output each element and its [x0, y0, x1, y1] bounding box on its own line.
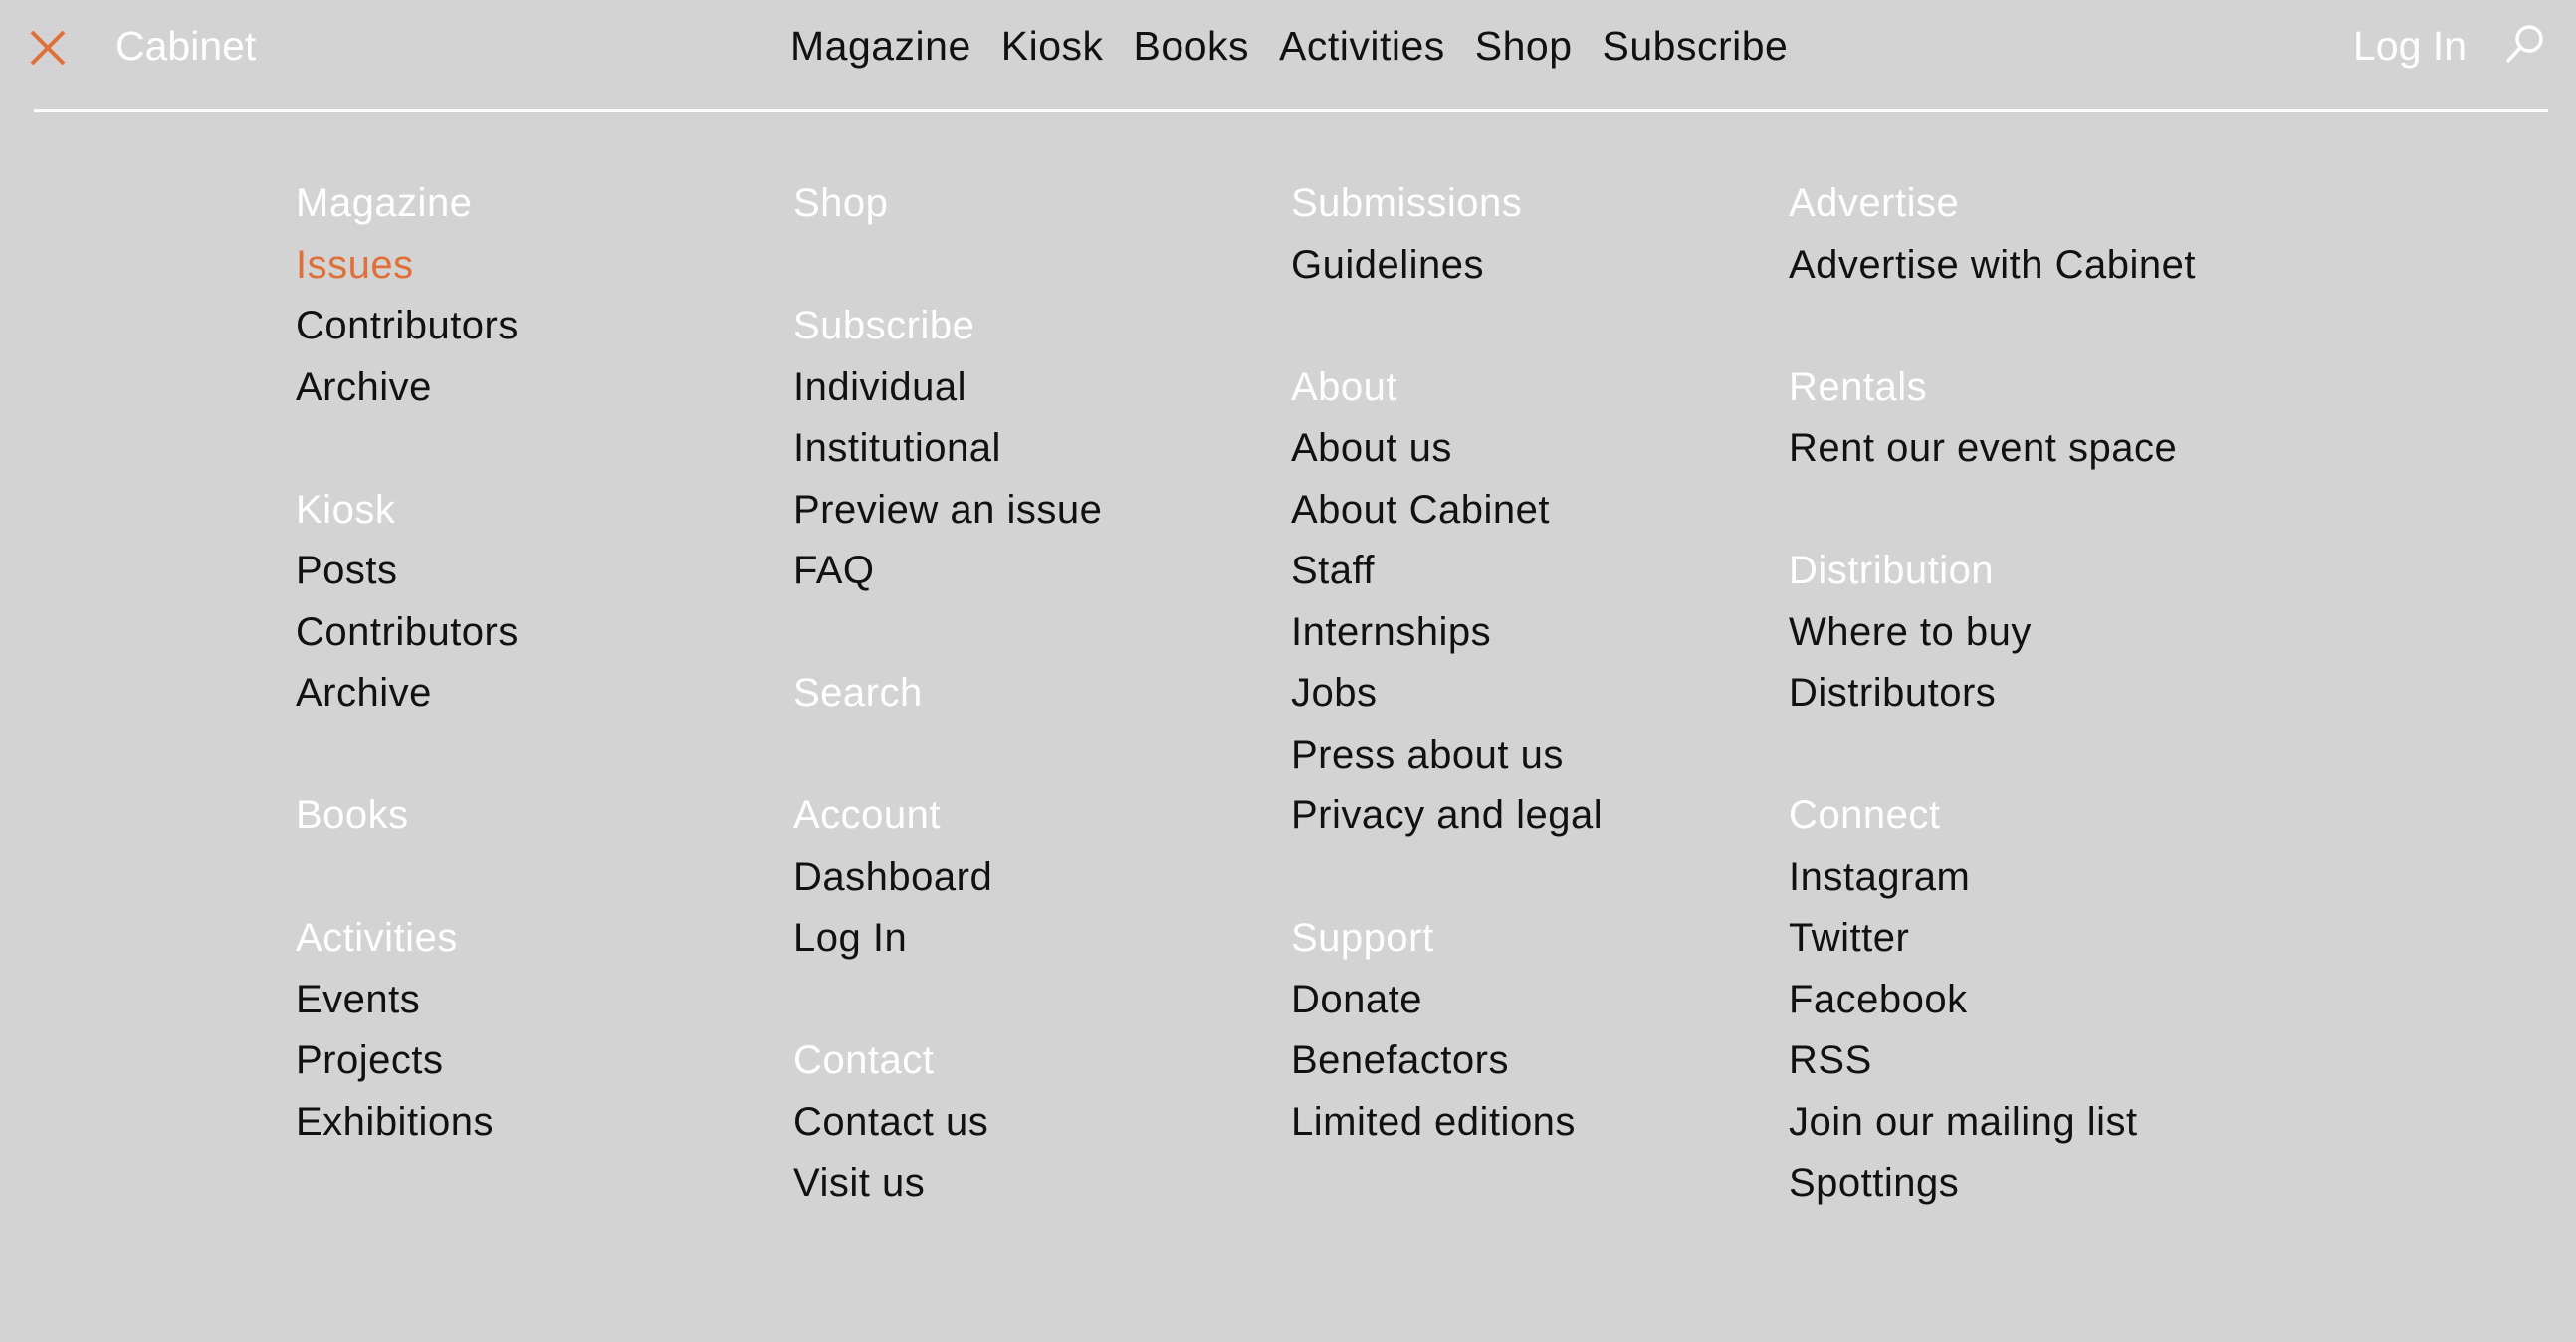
menu-link-support-limited-editions[interactable]: Limited editions	[1291, 1096, 1576, 1148]
menu-heading-contact[interactable]: Contact	[793, 1034, 934, 1086]
menu-link-connect-spottings[interactable]: Spottings	[1789, 1157, 1959, 1209]
menu-link-kiosk-archive[interactable]: Archive	[296, 667, 432, 719]
menu-link-subscribe-preview-an-issue[interactable]: Preview an issue	[793, 484, 1102, 536]
menu-heading-shop[interactable]: Shop	[793, 177, 888, 229]
menu-link-activities-projects[interactable]: Projects	[296, 1034, 444, 1086]
menu-heading-activities[interactable]: Activities	[296, 912, 458, 964]
menu-link-distribution-where-to-buy[interactable]: Where to buy	[1789, 606, 2032, 658]
menu-heading-advertise[interactable]: Advertise	[1789, 177, 1959, 229]
menu-link-rentals-rent-our-event-space[interactable]: Rent our event space	[1789, 422, 2177, 474]
nav-subscribe[interactable]: Subscribe	[1603, 20, 1789, 72]
close-icon	[30, 30, 66, 66]
nav-magazine[interactable]: Magazine	[790, 20, 971, 72]
menu-link-account-log-in[interactable]: Log In	[793, 912, 907, 964]
menu-link-kiosk-contributors[interactable]: Contributors	[296, 606, 519, 658]
header-divider	[34, 109, 2548, 112]
top-bar: Cabinet Magazine Kiosk Books Activities …	[0, 0, 2576, 112]
menu-link-kiosk-posts[interactable]: Posts	[296, 545, 398, 596]
menu-link-activities-events[interactable]: Events	[296, 974, 420, 1025]
menu-link-account-dashboard[interactable]: Dashboard	[793, 851, 992, 903]
close-button[interactable]	[28, 28, 68, 68]
menu-link-about-jobs[interactable]: Jobs	[1291, 667, 1378, 719]
menu-link-submissions-guidelines[interactable]: Guidelines	[1291, 239, 1484, 291]
menu-heading-subscribe[interactable]: Subscribe	[793, 300, 974, 351]
menu-link-activities-exhibitions[interactable]: Exhibitions	[296, 1096, 494, 1148]
menu-link-connect-twitter[interactable]: Twitter	[1789, 912, 1909, 964]
menu-link-contact-visit-us[interactable]: Visit us	[793, 1157, 925, 1209]
search-icon	[2505, 25, 2543, 64]
menu-link-support-benefactors[interactable]: Benefactors	[1291, 1034, 1509, 1086]
menu-link-connect-facebook[interactable]: Facebook	[1789, 974, 1968, 1025]
menu-link-about-internships[interactable]: Internships	[1291, 606, 1491, 658]
menu-heading-submissions[interactable]: Submissions	[1291, 177, 1522, 229]
menu-link-connect-instagram[interactable]: Instagram	[1789, 851, 1970, 903]
brand-logo[interactable]: Cabinet	[115, 20, 256, 72]
menu-link-about-privacy-and-legal[interactable]: Privacy and legal	[1291, 789, 1603, 841]
menu-heading-search[interactable]: Search	[793, 667, 923, 719]
menu-link-connect-join-our-mailing-list[interactable]: Join our mailing list	[1789, 1096, 2138, 1148]
menu-link-about-press-about-us[interactable]: Press about us	[1291, 729, 1564, 781]
menu-link-contact-contact-us[interactable]: Contact us	[793, 1096, 988, 1148]
nav-shop[interactable]: Shop	[1475, 20, 1573, 72]
nav-books[interactable]: Books	[1134, 20, 1249, 72]
menu-heading-distribution[interactable]: Distribution	[1789, 545, 1994, 596]
search-button[interactable]	[2502, 22, 2548, 68]
menu-link-distribution-distributors[interactable]: Distributors	[1789, 667, 1996, 719]
nav-kiosk[interactable]: Kiosk	[1001, 20, 1104, 72]
menu-heading-rentals[interactable]: Rentals	[1789, 361, 1927, 413]
menu-link-magazine-archive[interactable]: Archive	[296, 361, 432, 413]
menu-link-connect-rss[interactable]: RSS	[1789, 1034, 1872, 1086]
menu-heading-books[interactable]: Books	[296, 789, 409, 841]
menu-link-about-staff[interactable]: Staff	[1291, 545, 1375, 596]
main-nav: Magazine Kiosk Books Activities Shop Sub…	[790, 20, 1788, 72]
menu-link-magazine-issues[interactable]: Issues	[296, 239, 414, 291]
menu-link-support-donate[interactable]: Donate	[1291, 974, 1422, 1025]
menu-heading-connect[interactable]: Connect	[1789, 789, 1940, 841]
menu-heading-support[interactable]: Support	[1291, 912, 1434, 964]
menu-link-magazine-contributors[interactable]: Contributors	[296, 300, 519, 351]
menu-heading-kiosk[interactable]: Kiosk	[296, 484, 395, 536]
menu-link-about-about-cabinet[interactable]: About Cabinet	[1291, 484, 1550, 536]
menu-link-subscribe-faq[interactable]: FAQ	[793, 545, 875, 596]
menu-link-about-about-us[interactable]: About us	[1291, 422, 1452, 474]
login-link[interactable]: Log In	[2353, 20, 2467, 72]
menu-link-advertise-advertise-with-cabinet[interactable]: Advertise with Cabinet	[1789, 239, 2196, 291]
menu-link-subscribe-individual[interactable]: Individual	[793, 361, 966, 413]
nav-activities[interactable]: Activities	[1279, 20, 1445, 72]
menu-heading-about[interactable]: About	[1291, 361, 1397, 413]
menu-heading-magazine[interactable]: Magazine	[296, 177, 472, 229]
menu-link-subscribe-institutional[interactable]: Institutional	[793, 422, 1001, 474]
menu-heading-account[interactable]: Account	[793, 789, 941, 841]
